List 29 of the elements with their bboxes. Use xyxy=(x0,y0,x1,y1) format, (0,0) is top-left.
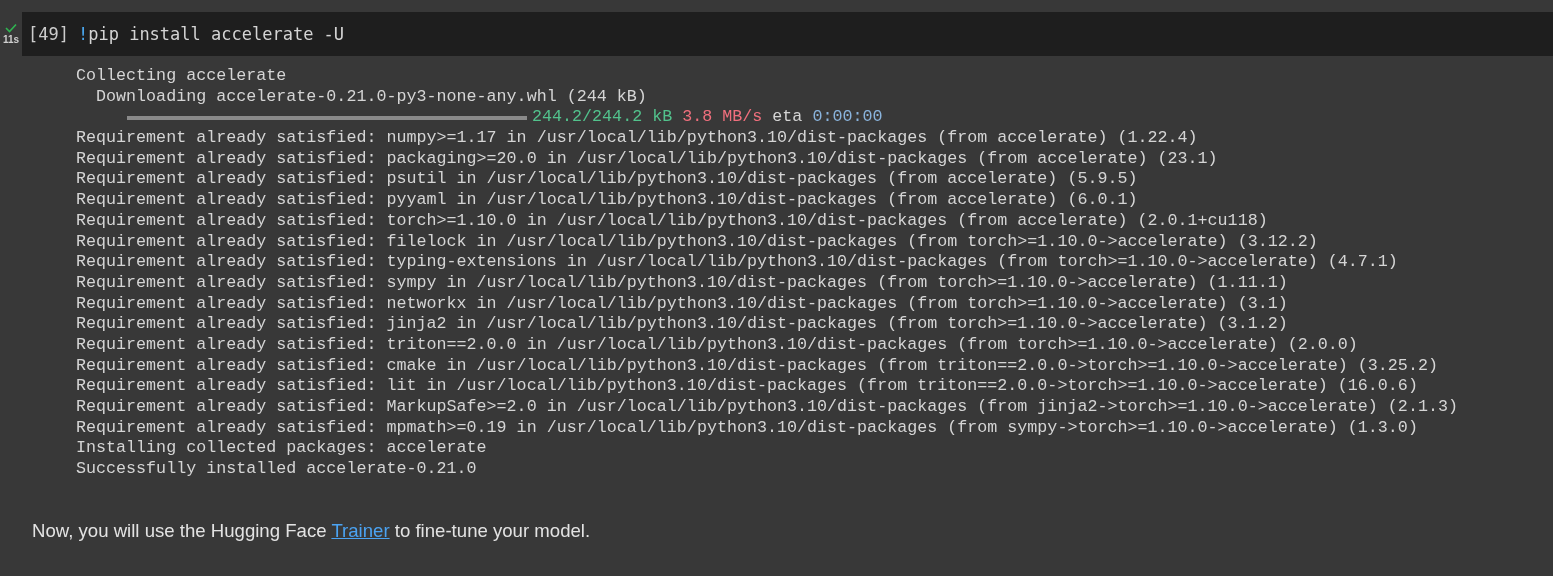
output-line: Requirement already satisfied: networkx in /usr/local/lib/python3.10/dist-packages (from torch>=1.10.0->accelerate) (3.1) xyxy=(76,293,1289,315)
code-line: !pip install accelerate -U xyxy=(77,24,345,44)
trainer-link[interactable]: Trainer xyxy=(331,519,390,541)
output-line: Requirement already satisfied: mpmath>=0.19 in /usr/local/lib/python3.10/dist-packages (from sympy->torch>=1.10.0->accelerate) (1.3.0) xyxy=(76,417,1419,439)
output-line: Requirement already satisfied: MarkupSafe>=2.0 in /usr/local/lib/python3.10/dist-packages (from jinja2->torch>=1.10.0->accelerate) (2.1.3) xyxy=(76,397,1459,418)
output-line: Requirement already satisfied: lit in /usr/local/lib/python3.10/dist-packages (from triton==2.0.0->torch>=1.10.0->accelerate) (16.0.6) xyxy=(76,376,1419,397)
output-line: Successfully installed accelerate-0.21.0 xyxy=(76,459,478,480)
output-line: Requirement already satisfied: triton==2.0.0 in /usr/local/lib/python3.10/dist-packages (from torch>=1.10.0->accelerate) (2.0.0) xyxy=(76,334,1359,356)
output-line: Installing collected packages: accelerate xyxy=(76,438,488,460)
output-line: Requirement already satisfied: psutil in /usr/local/lib/python3.10/dist-packages (from accelerate) (5.9.5) xyxy=(76,169,1139,191)
run-time: 11s xyxy=(2,34,20,45)
download-size: 244.2/244.2 kB xyxy=(532,107,673,129)
markdown-paragraph: Now, you will use the Hugging Face Trainer to fine-tune your model. xyxy=(32,519,592,542)
output-line: Downloading accelerate-0.21.0-py3-none-any.whl (244 kB) xyxy=(95,86,648,108)
code-cell[interactable]: [49] !pip install accelerate -U xyxy=(22,12,1553,56)
download-speed: 3.8 MB/s xyxy=(682,107,763,129)
output-line: Requirement already satisfied: pyyaml in /usr/local/lib/python3.10/dist-packages (from accelerate) (6.0.1) xyxy=(76,190,1139,211)
execution-count: [49] xyxy=(28,24,69,44)
eta-label: eta xyxy=(772,107,803,129)
output-line: Requirement already satisfied: packaging>=20.0 in /usr/local/lib/python3.10/dist-packages (from accelerate) (23.1) xyxy=(76,148,1219,170)
output-line: Requirement already satisfied: sympy in /usr/local/lib/python3.10/dist-packages (from torch>=1.10.0->accelerate) (1.11.1) xyxy=(76,272,1289,294)
output-line: Requirement already satisfied: typing-extensions in /usr/local/lib/python3.10/dist-packages (from torch>=1.10.0->accelerate) (4.7.1) xyxy=(76,252,1399,273)
output-line: Requirement already satisfied: jinja2 in /usr/local/lib/python3.10/dist-packages (from torch>=1.10.0->accelerate) (3.1.2) xyxy=(76,314,1289,335)
output-line: Collecting accelerate xyxy=(76,66,288,87)
output-line: Requirement already satisfied: filelock in /usr/local/lib/python3.10/dist-packages (from torch>=1.10.0->accelerate) (3.12.2) xyxy=(76,231,1319,253)
output-line: Requirement already satisfied: torch>=1.10.0 in /usr/local/lib/python3.10/dist-packages (from accelerate) (2.0.1+cu118) xyxy=(76,210,1269,232)
output-line: Requirement already satisfied: numpy>=1.17 in /usr/local/lib/python3.10/dist-packages (from accelerate) (1.22.4) xyxy=(76,128,1199,149)
eta-time: 0:00:00 xyxy=(812,107,883,129)
output-line: Requirement already satisfied: cmake in /usr/local/lib/python3.10/dist-packages (from triton==2.0.0->torch>=1.10.0->accelerate) (3.25.2) xyxy=(76,355,1439,377)
